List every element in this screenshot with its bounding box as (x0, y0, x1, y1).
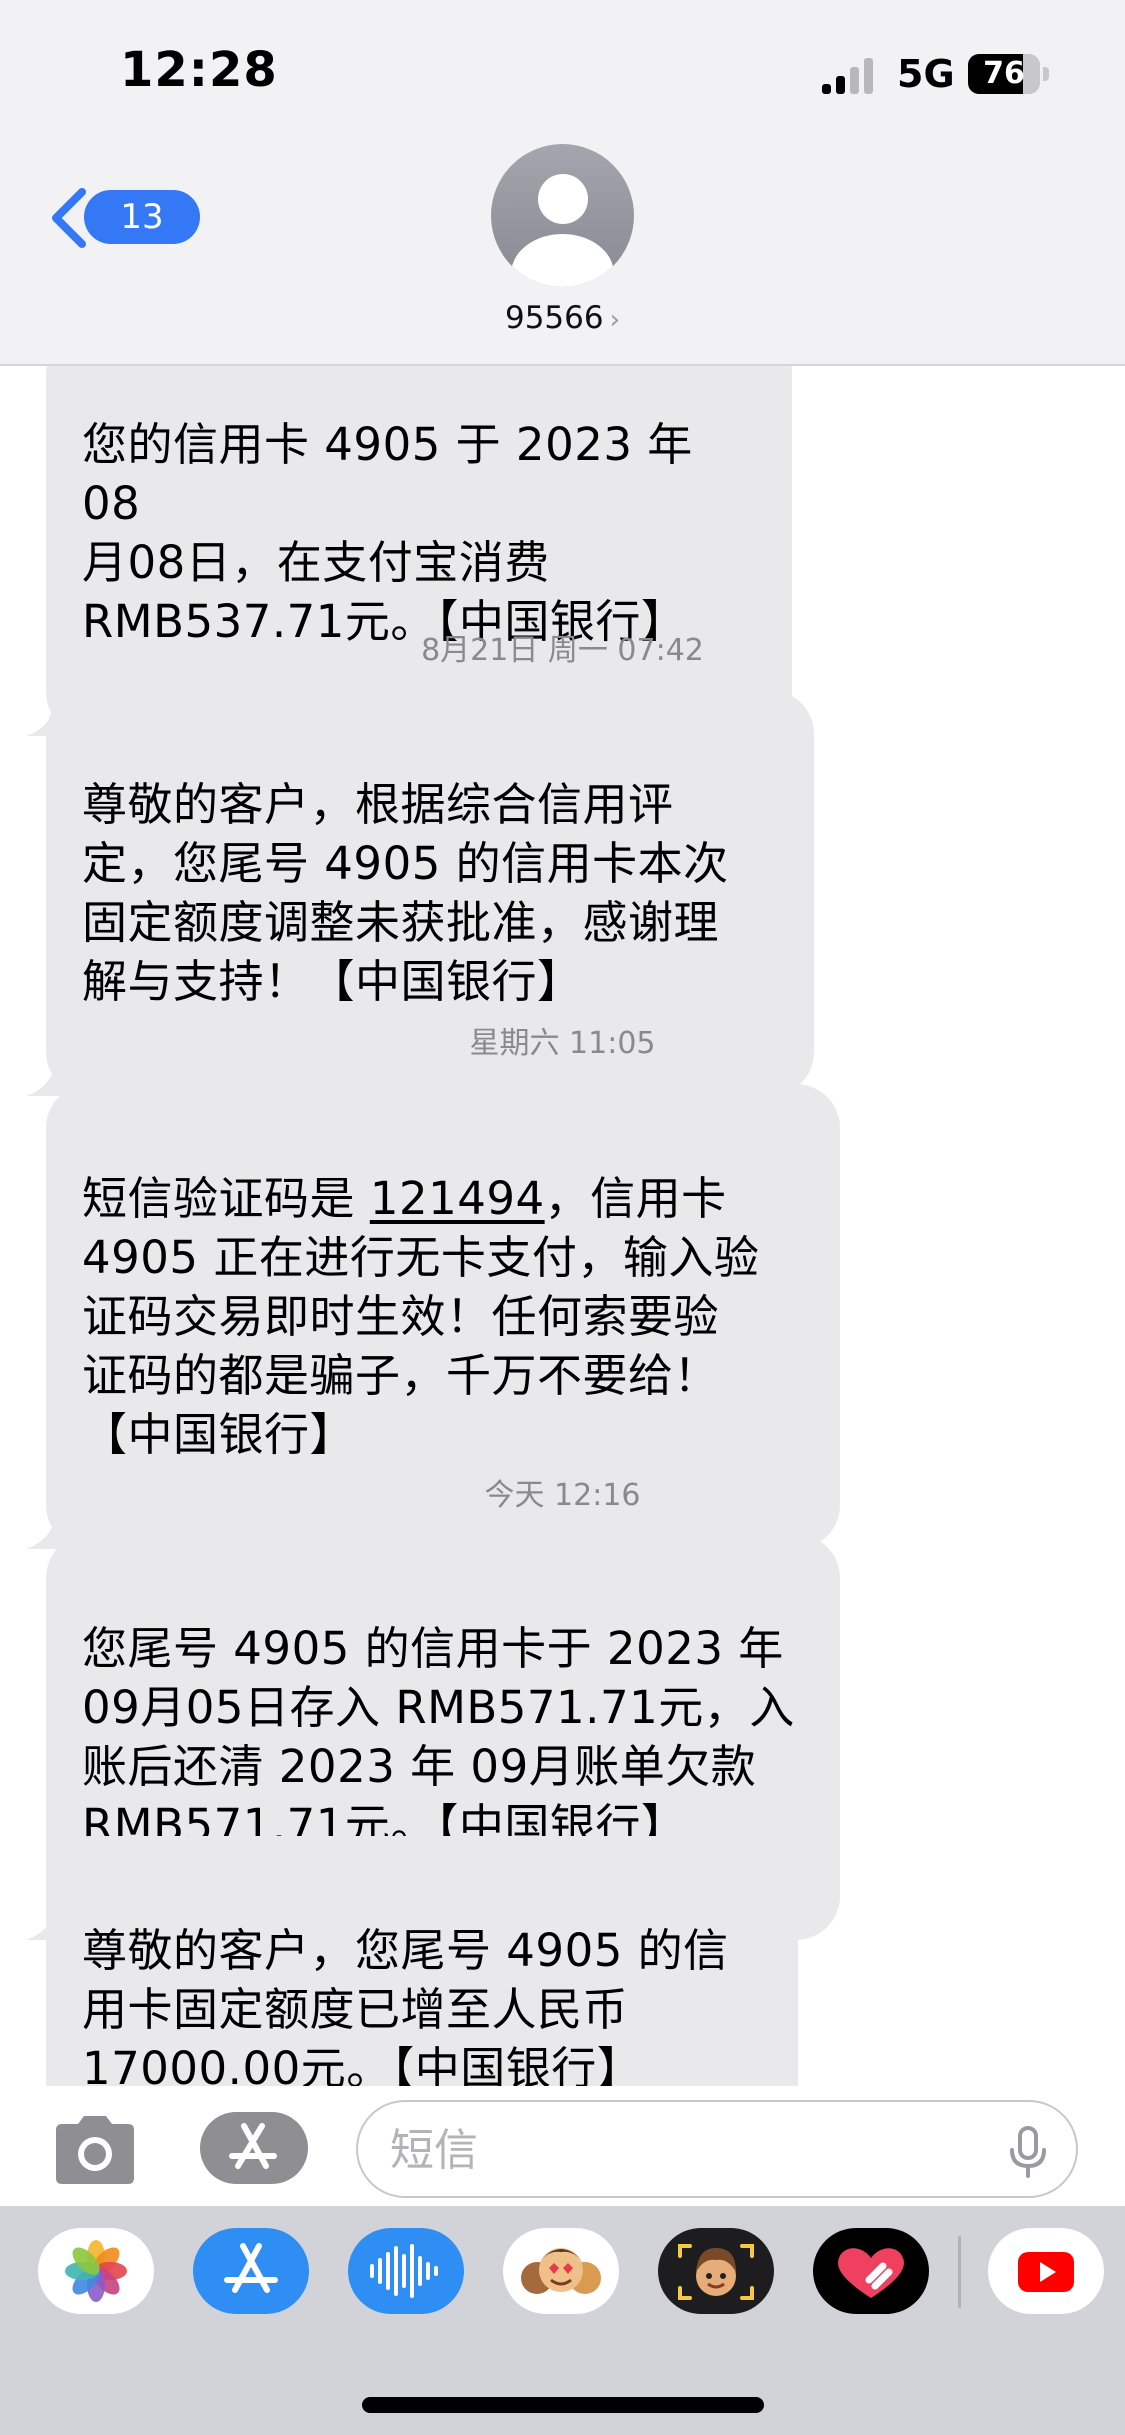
back-button[interactable]: 13 (42, 180, 200, 256)
contact-name-button[interactable]: 95566 › (0, 300, 1125, 336)
memoji-stickers-app-button[interactable] (503, 2228, 619, 2314)
app-store-icon (229, 2123, 277, 2169)
message-list[interactable]: 您的信用卡 4905 于 2023 年 08 月08日，在支付宝消费 RMB53… (0, 366, 1125, 2086)
digital-touch-heart-icon (838, 2248, 904, 2298)
message-input[interactable] (390, 2120, 950, 2180)
conversation-header: 12:28 5G 76 13 95566 › (0, 0, 1125, 366)
waveform-icon (370, 2244, 438, 2298)
memoji-app-button[interactable] (658, 2228, 774, 2314)
verification-code-link[interactable]: 121494 (370, 1172, 545, 1225)
app-store-button[interactable] (200, 2112, 308, 2184)
compose-bar (0, 2086, 1125, 2206)
youtube-icon (1018, 2252, 1074, 2292)
network-type: 5G (897, 52, 955, 96)
app-store-icon (224, 2243, 278, 2293)
message-text: 短信验证码是 (82, 1172, 370, 1225)
digital-touch-app-button[interactable] (813, 2228, 929, 2314)
contact-name: 95566 (504, 300, 604, 336)
camera-icon (56, 2116, 134, 2184)
chevron-right-icon: › (609, 305, 621, 335)
memoji-stickers-icon (521, 2248, 601, 2294)
status-time: 12:28 (120, 42, 278, 98)
app-store-app-button[interactable] (193, 2228, 309, 2314)
photos-app-button[interactable] (38, 2228, 154, 2314)
photos-icon (65, 2240, 127, 2302)
youtube-app-button[interactable] (988, 2228, 1104, 2314)
timestamp: 星期六 11:05 (469, 1026, 656, 1061)
message-bubble[interactable]: 您的信用卡 4905 于 2023 年 08 月08日，在支付宝消费 RMB53… (26, 366, 792, 736)
message-text: 您的信用卡 4905 于 2023 年 08 月08日，在支付宝消费 RMB53… (82, 418, 693, 648)
audio-message-app-button[interactable] (348, 2228, 464, 2314)
camera-button[interactable] (50, 2114, 140, 2186)
microphone-icon[interactable] (1008, 2126, 1048, 2178)
battery-icon: 76 (968, 54, 1050, 94)
message-input-field[interactable] (356, 2100, 1078, 2198)
memoji-camera-icon (678, 2244, 754, 2300)
drawer-divider (958, 2236, 961, 2308)
timestamp: 今天 12:16 (484, 1478, 641, 1513)
message-text: 您尾号 4905 的信用卡于 2023 年 09月05日存入 RMB571.71… (82, 1622, 795, 1852)
message-bubble[interactable]: 尊敬的客户，您尾号 4905 的信 用卡固定额度已增至人民币 17000.00元… (46, 1836, 798, 2086)
message-text: 尊敬的客户，您尾号 4905 的信 用卡固定额度已增至人民币 17000.00元… (82, 1924, 729, 2086)
unread-count-badge: 13 (84, 190, 200, 244)
cellular-signal-icon (822, 56, 878, 94)
home-indicator[interactable] (362, 2397, 764, 2413)
message-text: 尊敬的客户，根据综合信用评 定，您尾号 4905 的信用卡本次 固定额度调整未获… (82, 778, 729, 1008)
battery-level: 76 (983, 56, 1025, 91)
timestamp: 8月21日 周一 07:42 (421, 633, 704, 668)
contact-avatar[interactable] (491, 144, 634, 287)
